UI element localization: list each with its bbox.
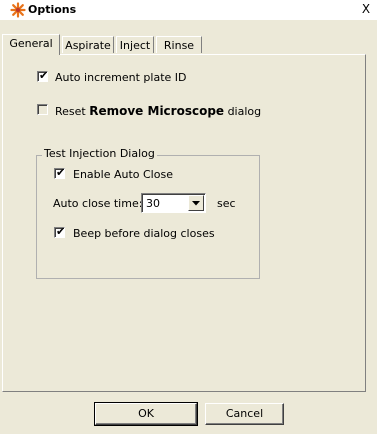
remove-microscope-text: Remove Microscope — [89, 104, 225, 118]
auto-close-time-label: Auto close time: — [53, 197, 143, 210]
tab-inject[interactable]: Inject — [116, 36, 154, 53]
beep-label: Beep before dialog closes — [73, 227, 215, 240]
auto-increment-label: Auto increment plate ID — [55, 71, 187, 84]
cancel-button[interactable]: Cancel — [205, 403, 284, 425]
checkmark-icon: ✔ — [39, 69, 49, 82]
reset-prefix-text: Reset — [55, 105, 86, 118]
checkmark-icon: ✔ — [56, 225, 66, 238]
options-star-icon — [10, 2, 26, 18]
chevron-down-icon[interactable] — [188, 195, 204, 211]
close-icon[interactable]: X — [358, 1, 374, 17]
auto-close-time-value: 30 — [146, 197, 160, 210]
reset-remove-microscope-label: Reset Remove Microscope dialog — [55, 104, 261, 118]
title-bar[interactable]: Options X — [0, 0, 377, 20]
enable-auto-close-label: Enable Auto Close — [73, 168, 173, 181]
tab-aspirate[interactable]: Aspirate — [62, 36, 114, 53]
checkmark-icon: ✔ — [56, 166, 66, 179]
test-injection-group-title: Test Injection Dialog — [42, 147, 157, 160]
reset-remove-microscope-checkbox[interactable] — [37, 104, 48, 115]
dialog-title: Options — [28, 3, 77, 16]
enable-auto-close-checkbox[interactable]: ✔ — [54, 166, 66, 179]
ok-button[interactable]: OK — [94, 402, 198, 426]
tab-rinse[interactable]: Rinse — [156, 36, 202, 53]
tab-strip: General Aspirate Inject Rinse — [0, 20, 377, 56]
auto-increment-checkbox[interactable]: ✔ — [37, 69, 49, 82]
dialog-suffix-text: dialog — [227, 105, 262, 118]
beep-checkbox[interactable]: ✔ — [54, 225, 66, 238]
tab-general[interactable]: General — [2, 34, 60, 55]
options-dialog: Options X General Aspirate Inject Rinse … — [0, 0, 377, 434]
auto-close-time-select[interactable]: 30 — [141, 193, 206, 213]
auto-close-time-unit: sec — [217, 197, 236, 210]
